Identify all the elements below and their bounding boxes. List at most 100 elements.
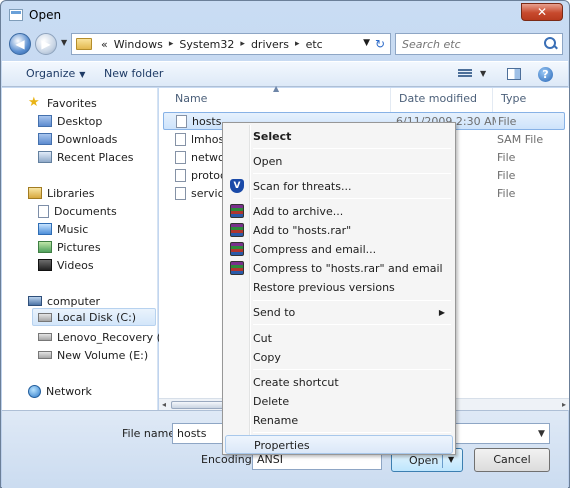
sidebar-item-desktop[interactable]: Desktop	[38, 112, 102, 130]
sidebar-item-label: Favorites	[47, 96, 97, 110]
menu-item-label: Create shortcut	[253, 376, 339, 389]
sidebar-item-label: Downloads	[57, 132, 118, 146]
back-button[interactable]: ◀	[9, 33, 31, 55]
menu-item-add-to-rar[interactable]: Add to "hosts.rar"	[225, 221, 453, 240]
sidebar-item-recent-places[interactable]: Recent Places	[38, 148, 134, 166]
file-type: File	[497, 169, 516, 182]
sidebar-item-music[interactable]: Music	[38, 220, 88, 238]
sidebar-item-libraries[interactable]: Libraries	[28, 184, 95, 202]
chevron-right-icon[interactable]: ▸	[237, 39, 248, 49]
menu-item-delete[interactable]: Delete	[225, 392, 453, 411]
chevron-right-icon[interactable]: ▸	[292, 39, 303, 49]
search-input[interactable]	[400, 37, 540, 52]
sidebar-item-label: Pictures	[57, 240, 101, 254]
address-bar[interactable]: « Windows ▸ System32 ▸ drivers ▸ etc ▼ ↻	[71, 33, 391, 55]
drive-icon	[38, 351, 52, 359]
new-folder-button[interactable]: New folder	[104, 67, 163, 80]
organize-button[interactable]: Organize ▼	[26, 67, 85, 80]
sidebar-item-network[interactable]: Network	[28, 382, 92, 400]
recent-pages-dropdown[interactable]: ▼	[61, 38, 67, 47]
sidebar-item-videos[interactable]: Videos	[38, 256, 94, 274]
chevron-right-icon[interactable]: ▸	[166, 39, 177, 49]
chevron-down-icon[interactable]: ▼	[448, 455, 454, 464]
preview-pane-icon[interactable]	[507, 68, 521, 80]
menu-item-send-to[interactable]: Send to ▶	[225, 303, 453, 322]
sidebar-item-downloads[interactable]: Downloads	[38, 130, 117, 148]
menu-item-create-shortcut[interactable]: Create shortcut	[225, 373, 453, 392]
menu-item-label: Copy	[253, 351, 281, 364]
breadcrumb-item[interactable]: Windows	[111, 38, 166, 51]
sidebar-item-label: Desktop	[57, 114, 103, 128]
menu-separator	[253, 173, 451, 174]
menu-item-compress-to-rar-and-email[interactable]: Compress to "hosts.rar" and email	[225, 259, 453, 278]
file-type: File	[497, 187, 516, 200]
organize-label: Organize	[26, 67, 76, 80]
column-header-type[interactable]: Type	[493, 88, 569, 112]
search-icon[interactable]	[544, 37, 558, 51]
change-view-icon[interactable]	[458, 69, 472, 80]
menu-item-label: Restore previous versions	[253, 281, 395, 294]
sidebar-item-local-disk[interactable]: Local Disk (C:)	[32, 308, 156, 326]
forward-button[interactable]: ▶	[35, 33, 57, 55]
pictures-icon	[38, 241, 52, 253]
menu-item-label: Scan for threats...	[253, 180, 352, 193]
navigation-pane: ★ Favorites Desktop Downloads Recent Plac…	[2, 88, 177, 410]
menu-item-select[interactable]: Select	[225, 127, 453, 146]
chevron-down-icon[interactable]: ▼	[363, 38, 370, 48]
open-dialog: Open ✕ ◀ ▶ ▼ « Windows ▸ System32 ▸ driv…	[0, 0, 570, 488]
breadcrumb-item[interactable]: System32	[176, 38, 237, 51]
chevron-down-icon[interactable]: ▼	[538, 429, 545, 439]
sidebar-item-favorites[interactable]: ★ Favorites	[28, 94, 97, 112]
navigation-bar: ◀ ▶ ▼ « Windows ▸ System32 ▸ drivers ▸ e…	[7, 31, 563, 57]
sidebar-item-lenovo-recovery[interactable]: Lenovo_Recovery (D:)	[38, 328, 177, 346]
menu-item-label: Open	[253, 155, 283, 168]
cancel-button[interactable]: Cancel	[474, 448, 550, 472]
menu-item-label: Compress to "hosts.rar" and email	[253, 262, 443, 275]
menu-separator	[253, 432, 451, 433]
menu-item-compress-and-email[interactable]: Compress and email...	[225, 240, 453, 259]
search-box[interactable]	[395, 33, 563, 55]
open-button-label: Open	[409, 454, 439, 467]
star-icon: ★	[28, 95, 40, 110]
menu-item-copy[interactable]: Copy	[225, 348, 453, 367]
computer-icon	[28, 296, 42, 306]
submenu-arrow-icon: ▶	[438, 308, 445, 317]
column-header-date[interactable]: Date modified	[391, 88, 493, 112]
network-icon	[28, 384, 41, 398]
close-button[interactable]: ✕	[521, 3, 563, 21]
sidebar-item-documents[interactable]: Documents	[38, 202, 117, 220]
menu-item-add-to-archive[interactable]: Add to archive...	[225, 202, 453, 221]
chevron-down-icon: ▼	[79, 70, 86, 79]
breadcrumb-item[interactable]: drivers	[248, 38, 292, 51]
menu-separator	[253, 198, 451, 199]
sidebar-item-label: Local Disk (C:)	[57, 310, 137, 324]
sidebar-item-pictures[interactable]: Pictures	[38, 238, 101, 256]
help-icon[interactable]: ?	[538, 67, 553, 82]
sidebar-item-label: Music	[57, 222, 89, 236]
file-icon	[176, 115, 187, 128]
menu-item-properties[interactable]: Properties	[225, 435, 453, 454]
menu-item-open[interactable]: Open	[225, 152, 453, 171]
refresh-icon[interactable]: ↻	[372, 36, 388, 52]
menu-item-rename[interactable]: Rename	[225, 411, 453, 430]
menu-item-scan-for-threats[interactable]: V Scan for threats...	[225, 177, 453, 196]
local-disk-icon	[38, 312, 52, 322]
sidebar-item-label: Network	[46, 384, 92, 398]
winrar-icon	[230, 261, 244, 275]
menu-item-label: Add to archive...	[253, 205, 344, 218]
sidebar-item-label: Documents	[54, 204, 117, 218]
breadcrumb-overflow[interactable]: «	[98, 38, 111, 51]
libraries-icon	[28, 187, 42, 199]
winrar-icon	[230, 223, 244, 237]
sidebar-item-new-volume[interactable]: New Volume (E:)	[38, 346, 148, 364]
file-type: File	[497, 151, 516, 164]
sidebar-item-label: Libraries	[47, 186, 95, 200]
menu-item-label: Add to "hosts.rar"	[253, 224, 352, 237]
chevron-down-icon[interactable]: ▼	[480, 69, 486, 78]
menu-item-cut[interactable]: Cut	[225, 329, 453, 348]
menu-item-label: Select	[253, 130, 292, 143]
menu-item-label: Compress and email...	[253, 243, 377, 256]
antivirus-shield-icon: V	[230, 179, 244, 193]
breadcrumb-item[interactable]: etc	[303, 38, 326, 51]
menu-item-restore-previous-versions[interactable]: Restore previous versions	[225, 278, 453, 297]
